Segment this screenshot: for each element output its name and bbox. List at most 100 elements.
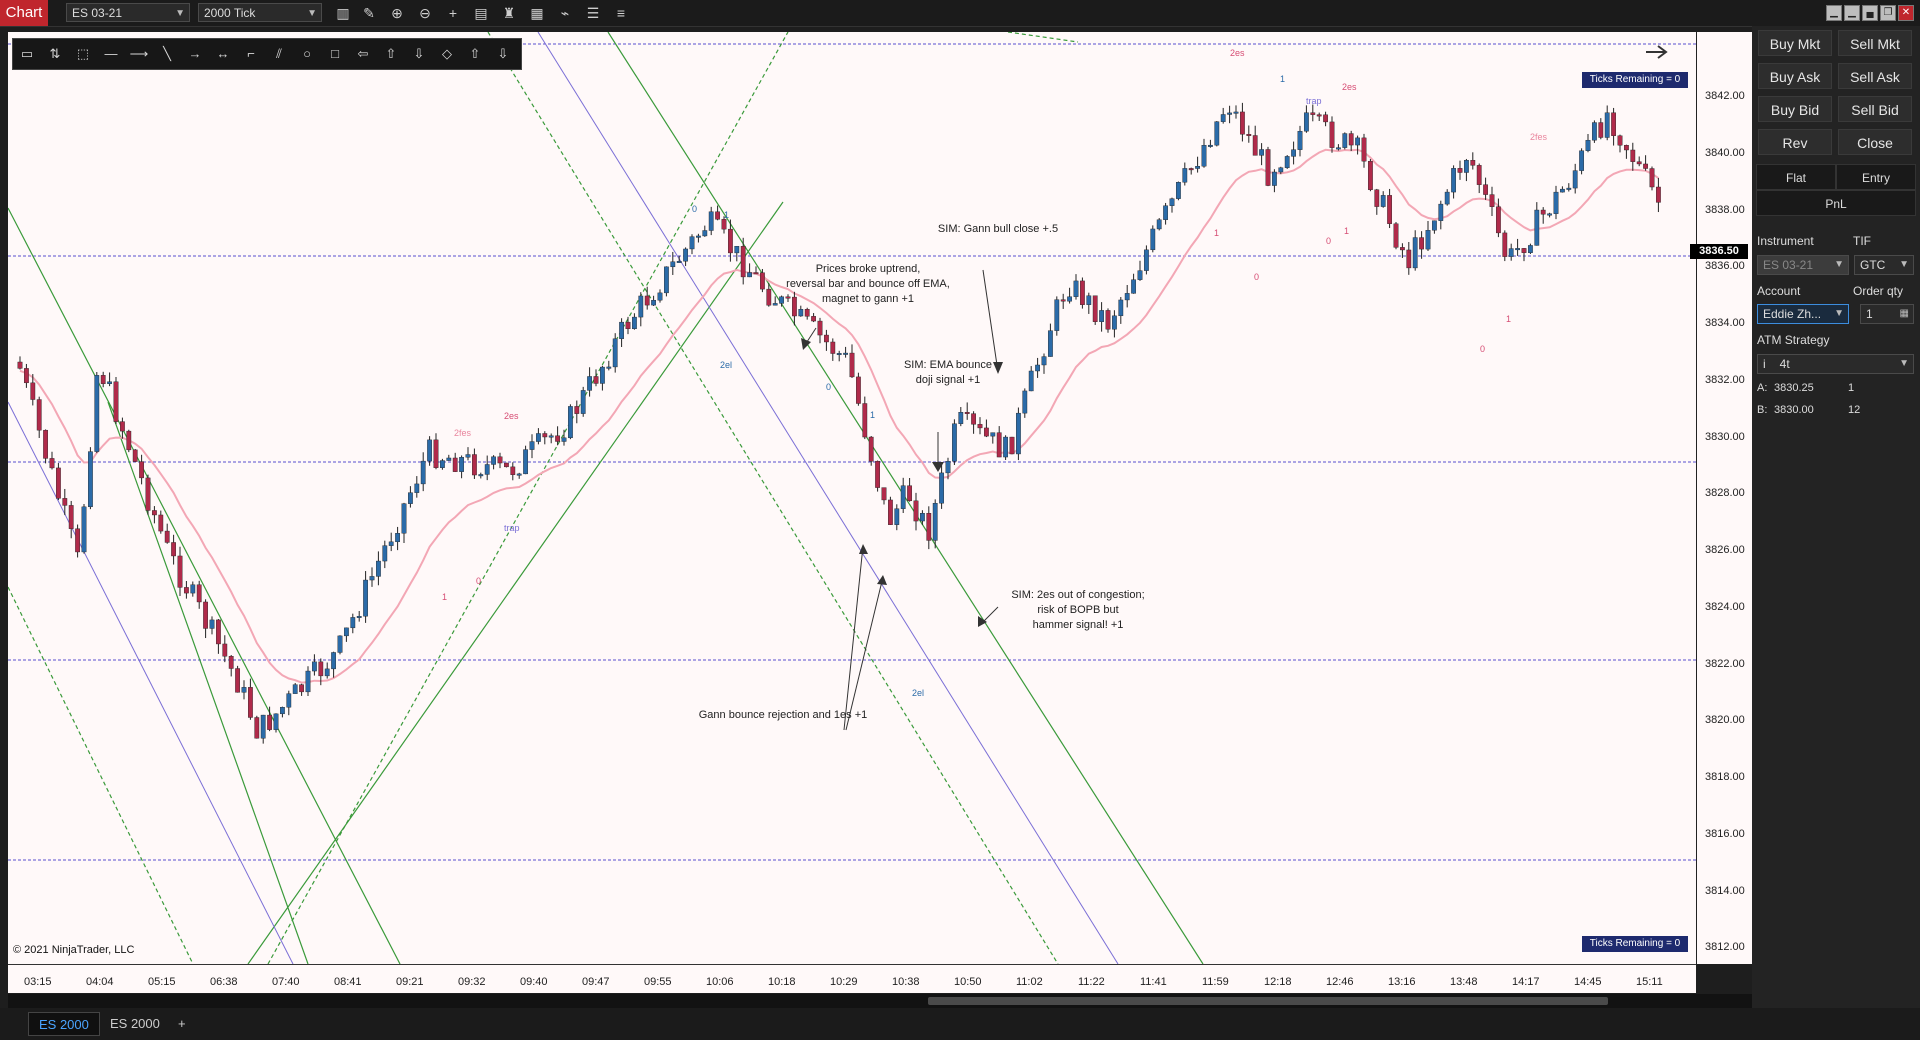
candle-down bbox=[36, 399, 42, 431]
price-axis[interactable]: 3842.00 3840.00 3838.00 3836.00 3834.00 … bbox=[1696, 32, 1753, 964]
candle-up bbox=[1342, 133, 1348, 148]
instrument-select[interactable]: ES 03-21 ▼ bbox=[66, 3, 190, 22]
sell-ask-button[interactable]: Sell Ask bbox=[1838, 63, 1912, 89]
candle-up bbox=[1534, 209, 1540, 246]
candle-down bbox=[1092, 295, 1098, 322]
region-icon[interactable]: ⬚ bbox=[73, 44, 93, 64]
signal-label: 2el bbox=[720, 360, 733, 370]
purple-lines bbox=[8, 32, 1119, 964]
chart-panel[interactable]: © 2021 NinjaTrader, LLC Ticks Remaining … bbox=[8, 32, 1696, 964]
arrow-down-icon[interactable]: ⇩ bbox=[409, 44, 429, 64]
triangle-down-icon[interactable]: ⇩ bbox=[493, 44, 513, 64]
close-position-button[interactable]: Close bbox=[1838, 129, 1912, 155]
gann-line bbox=[107, 401, 309, 964]
chevron-down-icon: ▼ bbox=[1834, 259, 1844, 270]
close-icon[interactable]: ✕ bbox=[1898, 5, 1914, 21]
flat-button[interactable]: Flat bbox=[1756, 164, 1836, 190]
bars-icon[interactable]: ▥ bbox=[334, 4, 352, 22]
annotation-uptrend-break: Prices broke uptrend, reversal bar and b… bbox=[768, 262, 968, 307]
sell-mkt-button[interactable]: Sell Mkt bbox=[1838, 30, 1912, 56]
diamond-icon[interactable]: ◇ bbox=[437, 44, 457, 64]
andrews-pitchfork-icon[interactable]: ⫽ bbox=[269, 44, 289, 64]
buy-bid-button[interactable]: Buy Bid bbox=[1758, 96, 1832, 122]
tab-es-2000-active[interactable]: ES 2000 bbox=[28, 1012, 100, 1036]
bartype-select[interactable]: 2000 Tick ▼ bbox=[198, 3, 322, 22]
risk-reward-icon[interactable]: ⇅ bbox=[45, 44, 65, 64]
arrow-line-icon[interactable]: → bbox=[185, 44, 205, 64]
extended-line-icon[interactable]: ╲ bbox=[157, 44, 177, 64]
candle-down bbox=[299, 684, 304, 693]
add-tab-button[interactable]: + bbox=[172, 1012, 194, 1036]
buy-ask-button[interactable]: Buy Ask bbox=[1758, 63, 1832, 89]
rectangle-icon[interactable]: □ bbox=[325, 44, 345, 64]
candle-down bbox=[868, 436, 874, 462]
candle-up bbox=[747, 272, 753, 278]
time-tick: 08:41 bbox=[334, 976, 362, 988]
candle-down bbox=[1495, 206, 1501, 234]
indicators-icon[interactable]: ▦ bbox=[528, 4, 546, 22]
chart-trader-panel: Buy Mkt Sell Mkt Buy Ask Sell Ask Buy Bi… bbox=[1752, 26, 1920, 1008]
candle-up bbox=[548, 435, 554, 438]
candle-up bbox=[94, 375, 100, 452]
candle-down bbox=[856, 376, 861, 404]
ray-icon[interactable]: ⟶ bbox=[129, 44, 149, 64]
restore-icon[interactable]: ▁ bbox=[1844, 5, 1860, 21]
candle-up bbox=[1016, 412, 1021, 455]
scrollbar-thumb[interactable] bbox=[928, 997, 1608, 1005]
time-axis[interactable]: 03:15 04:04 05:15 06:38 07:40 08:41 09:2… bbox=[8, 964, 1696, 993]
list-icon[interactable]: ☰ bbox=[584, 4, 602, 22]
maximize-icon[interactable]: ❐ bbox=[1880, 5, 1896, 21]
strategies-icon[interactable]: ♜ bbox=[500, 4, 518, 22]
candle-down bbox=[849, 352, 855, 378]
candle-up bbox=[350, 617, 356, 629]
price-tick: 3842.00 bbox=[1705, 90, 1745, 102]
properties-icon[interactable]: ▤ bbox=[472, 4, 490, 22]
rev-button[interactable]: Rev bbox=[1758, 129, 1832, 155]
list-icon[interactable]: ≡ bbox=[612, 4, 630, 22]
order-qty-value: 1 bbox=[1866, 307, 1873, 321]
tif-select[interactable]: GTC ▼ bbox=[1854, 255, 1914, 275]
pin-icon[interactable]: ▄ bbox=[1862, 5, 1878, 21]
horizontal-line-icon[interactable]: ↔ bbox=[213, 44, 233, 64]
zoom-in-icon[interactable]: ⊕ bbox=[388, 4, 406, 22]
buy-mkt-button[interactable]: Buy Mkt bbox=[1758, 30, 1832, 56]
horizontal-scrollbar[interactable] bbox=[8, 994, 1752, 1008]
templates-icon[interactable]: ⌁ bbox=[556, 4, 574, 22]
candle-up bbox=[990, 432, 996, 437]
candle-up bbox=[190, 584, 196, 594]
zoom-out-icon[interactable]: ⊖ bbox=[416, 4, 434, 22]
time-tick: 10:06 bbox=[706, 976, 734, 988]
candle-down bbox=[1252, 135, 1258, 156]
time-tick: 13:48 bbox=[1450, 976, 1478, 988]
minimize-icon[interactable]: ▁ bbox=[1826, 5, 1842, 21]
candle-down bbox=[555, 435, 561, 442]
candle-up bbox=[1559, 188, 1565, 193]
annotation-line: SIM: 2es out of congestion; bbox=[1011, 589, 1145, 601]
order-qty-stepper[interactable]: 1 ▦ bbox=[1860, 304, 1914, 324]
candle-up bbox=[1003, 436, 1009, 458]
text-icon[interactable]: ⇦ bbox=[353, 44, 373, 64]
candle-up bbox=[241, 687, 247, 693]
atm-strategy-select[interactable]: i 4t ▼ bbox=[1757, 354, 1914, 374]
line-icon[interactable]: — bbox=[101, 44, 121, 64]
arrow-up-icon[interactable]: ⇧ bbox=[381, 44, 401, 64]
account-select[interactable]: Eddie Zh... ▼ bbox=[1757, 304, 1849, 324]
entry-button[interactable]: Entry bbox=[1836, 164, 1916, 190]
gann-fan-icon[interactable]: ⌐ bbox=[241, 44, 261, 64]
ruler-icon[interactable]: ▭ bbox=[17, 44, 37, 64]
stepper-icon[interactable]: ▦ bbox=[1900, 305, 1909, 323]
candle-up bbox=[1047, 330, 1053, 357]
candle-down bbox=[1188, 168, 1194, 171]
candle-down bbox=[830, 341, 836, 354]
triangle-up-icon[interactable]: ⇧ bbox=[465, 44, 485, 64]
candle-down bbox=[228, 656, 234, 669]
ellipse-icon[interactable]: ○ bbox=[297, 44, 317, 64]
price-chart[interactable] bbox=[8, 32, 1696, 964]
info-icon[interactable]: i bbox=[1763, 357, 1766, 371]
annotation-arrow bbox=[843, 545, 864, 731]
sell-bid-button[interactable]: Sell Bid bbox=[1838, 96, 1912, 122]
tab-es-2000[interactable]: ES 2000 bbox=[100, 1012, 172, 1036]
crosshair-icon[interactable]: + bbox=[444, 4, 462, 22]
annotation-line: doji signal +1 bbox=[915, 374, 981, 386]
pencil-icon[interactable]: ✎ bbox=[360, 4, 378, 22]
